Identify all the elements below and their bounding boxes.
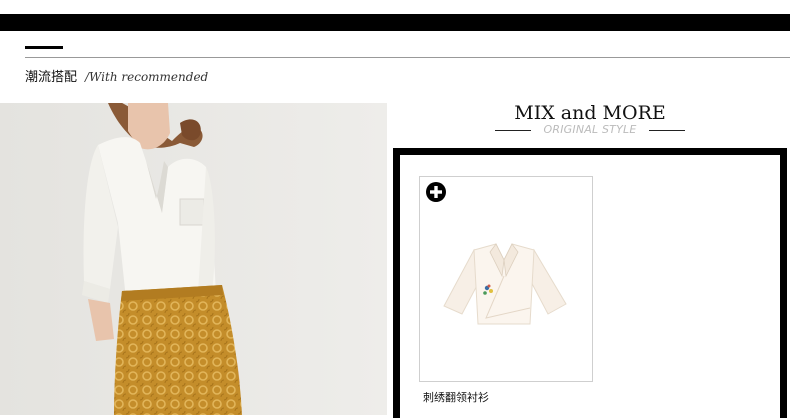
plus-circle-icon[interactable]: [426, 182, 446, 202]
mix-title: MIX and MORE: [514, 102, 666, 124]
product-name[interactable]: 刺绣翻领衬衫: [423, 389, 489, 405]
product-image[interactable]: [440, 236, 570, 336]
heading-accent-rule: [25, 46, 63, 49]
section-title-cn: 潮流搭配: [25, 70, 78, 85]
section-title-en: /With recommended: [85, 70, 209, 84]
top-black-bar: [0, 14, 790, 31]
section-heading: 潮流搭配/With recommended: [25, 66, 208, 85]
mix-subtitle-row: ORIGINAL STYLE: [495, 123, 685, 139]
heading-divider: [25, 57, 790, 58]
model-photo: [0, 103, 387, 415]
subtitle-rule-right: [649, 130, 685, 131]
